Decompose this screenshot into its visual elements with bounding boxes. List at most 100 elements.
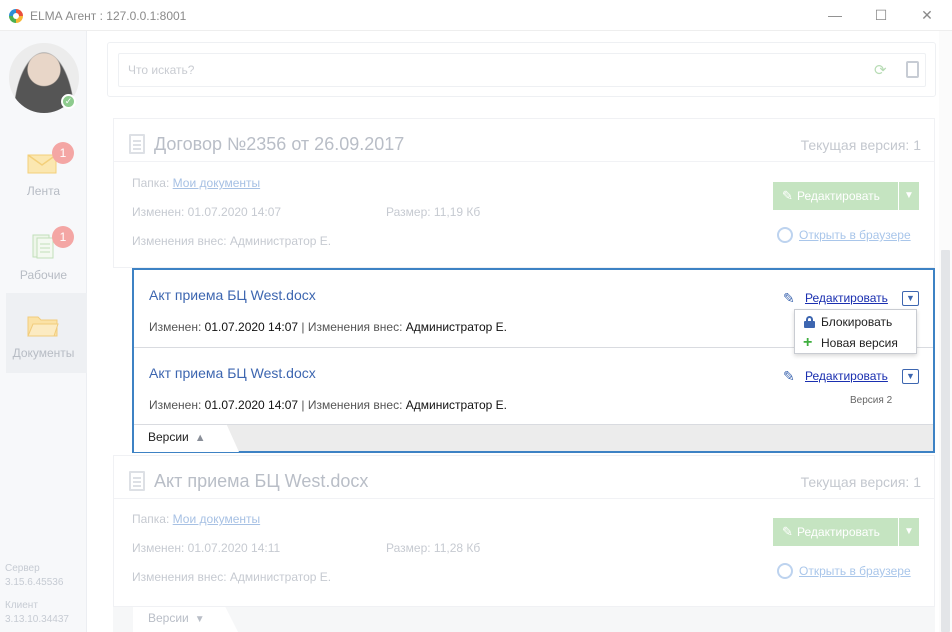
folder-link[interactable]: Мои документы — [173, 512, 260, 526]
document-icon — [129, 134, 145, 154]
menu-item-new-version[interactable]: + Новая версия — [795, 333, 916, 353]
author-value: Администратор Е. — [229, 570, 332, 584]
changed-label: Изменен: — [132, 541, 185, 555]
pencil-icon: ✎ — [783, 368, 795, 384]
search-input[interactable] — [118, 53, 926, 87]
divider — [114, 161, 934, 162]
author-label: Изменения внес: — [132, 234, 227, 248]
author-label: | Изменения внес: — [301, 320, 403, 334]
size-meta: Размер: 11,19 Кб — [386, 205, 480, 219]
version-row[interactable]: Акт приема БЦ West.docx Изменен: 01.07.2… — [134, 347, 933, 424]
chevron-down-icon: ▼ — [194, 614, 205, 625]
sidebar-item-documents[interactable]: Документы — [6, 293, 87, 373]
changed-meta: Изменен: 01.07.2020 14:07 — [132, 205, 281, 219]
current-version: Текущая версия: 1 — [800, 137, 921, 153]
versions-toggle-tab[interactable]: Версии ▼ — [133, 607, 238, 632]
chevron-down-icon[interactable]: ▼ — [902, 291, 919, 306]
versions-toggle-tab[interactable]: Версии ▲ — [134, 424, 239, 452]
size-value: 11,28 Кб — [433, 541, 481, 555]
author-meta: Изменения внес: Администратор Е. — [132, 570, 331, 584]
lock-icon — [804, 316, 815, 328]
sidebar-item-feed[interactable]: 1 Лента — [0, 131, 87, 211]
sidebar-item-label: Документы — [12, 346, 75, 360]
version-meta: Изменен: 01.07.2020 14:07 | Изменения вн… — [149, 398, 507, 412]
author-meta: Изменения внес: Администратор Е. — [132, 234, 331, 248]
menu-item-label: Новая версия — [821, 336, 898, 350]
size-value: 11,19 Кб — [433, 205, 481, 219]
maximize-button[interactable]: ☐ — [858, 0, 904, 31]
minimize-button[interactable]: — — [812, 0, 858, 31]
chevron-up-icon: ▲ — [194, 432, 206, 444]
versions-footer — [113, 607, 935, 632]
author-value: Администратор Е. — [229, 234, 332, 248]
changed-value: 01.07.2020 14:07 — [204, 320, 299, 334]
changed-value: 01.07.2020 14:07 — [204, 398, 299, 412]
refresh-icon[interactable]: ⟳ — [874, 61, 887, 79]
version-meta: Изменен: 01.07.2020 14:07 | Изменения вн… — [149, 320, 507, 334]
edit-dropdown-chevron-down-icon[interactable]: ▼ — [899, 182, 919, 210]
size-meta: Размер: 11,28 Кб — [386, 541, 480, 555]
versions-tab-label: Версии — [148, 611, 189, 625]
title-bar: ELMA Агент : 127.0.0.1:8001 — ☐ ✕ — [0, 0, 952, 31]
search-panel: ⟳ — [107, 42, 936, 97]
document-card: Договор №2356 от 26.09.2017 Текущая верс… — [113, 118, 935, 268]
menu-item-lock[interactable]: Блокировать — [795, 312, 916, 332]
online-status-icon: ✓ — [61, 94, 76, 109]
versions-tab-label: Версии — [148, 430, 189, 444]
version-actions-menu: Блокировать + Новая версия — [794, 309, 917, 354]
server-label: Сервер — [5, 563, 40, 574]
globe-icon — [777, 227, 793, 243]
edit-link[interactable]: Редактировать — [805, 369, 888, 383]
versions-panel: Акт приема БЦ West.docx Изменен: 01.07.2… — [132, 268, 935, 453]
server-version: 3.15.6.45536 — [5, 577, 64, 588]
author-label: | Изменения внес: — [301, 398, 403, 412]
window-title: ELMA Агент : 127.0.0.1:8001 — [30, 9, 187, 23]
close-button[interactable]: ✕ — [904, 0, 950, 31]
elma-logo-icon — [9, 9, 23, 23]
edit-button[interactable]: Редактировать — [773, 518, 898, 546]
edit-link[interactable]: Редактировать — [805, 291, 888, 305]
chevron-down-icon[interactable]: ▼ — [902, 369, 919, 384]
client-version: 3.13.10.34437 — [5, 614, 69, 625]
changed-meta: Изменен: 01.07.2020 14:11 — [132, 541, 280, 555]
edit-button[interactable]: Редактировать — [773, 182, 898, 210]
open-in-browser-label: Открыть в браузере — [799, 564, 911, 578]
folder-meta: Папка: Мои документы — [132, 176, 260, 190]
versions-footer: Версии ▲ — [134, 424, 933, 452]
filter-icon[interactable] — [906, 61, 919, 78]
globe-icon — [777, 563, 793, 579]
version-name[interactable]: Акт приема БЦ West.docx — [149, 287, 316, 303]
plus-icon: + — [803, 334, 813, 351]
client-label: Клиент — [5, 600, 38, 611]
changed-value: 01.07.2020 14:11 — [187, 541, 281, 555]
sidebar: ✓ 1 Лента 1 Рабочие Документы Сервер 3.1… — [0, 31, 87, 632]
folder-icon — [27, 316, 59, 337]
folder-meta: Папка: Мои документы — [132, 512, 260, 526]
document-icon — [129, 471, 145, 491]
scrollbar-thumb[interactable] — [941, 250, 950, 632]
work-badge: 1 — [52, 226, 74, 248]
document-title[interactable]: Акт приема БЦ West.docx — [154, 471, 368, 492]
open-in-browser-label: Открыть в браузере — [799, 228, 911, 242]
size-label: Размер: — [386, 205, 431, 219]
folder-label: Папка: — [132, 176, 170, 190]
sidebar-item-work[interactable]: 1 Рабочие — [0, 215, 87, 295]
folder-link[interactable]: Мои документы — [173, 176, 260, 190]
edit-dropdown-chevron-down-icon[interactable]: ▼ — [899, 518, 919, 546]
document-title[interactable]: Договор №2356 от 26.09.2017 — [154, 134, 404, 155]
open-in-browser-link[interactable]: Открыть в браузере — [777, 227, 911, 243]
open-in-browser-link[interactable]: Открыть в браузере — [777, 563, 911, 579]
menu-item-label: Блокировать — [821, 315, 893, 329]
changed-label: Изменен: — [149, 320, 202, 334]
document-card: Акт приема БЦ West.docx Текущая версия: … — [113, 455, 935, 607]
pencil-icon: ✎ — [783, 290, 795, 306]
feed-badge: 1 — [52, 142, 74, 164]
author-value: Администратор Е. — [405, 320, 507, 334]
author-label: Изменения внес: — [132, 570, 227, 584]
size-label: Размер: — [386, 541, 431, 555]
changed-label: Изменен: — [149, 398, 202, 412]
divider — [114, 498, 934, 499]
current-version: Текущая версия: 1 — [800, 474, 921, 490]
version-name[interactable]: Акт приема БЦ West.docx — [149, 365, 316, 381]
version-number: Версия 2 — [850, 395, 893, 406]
